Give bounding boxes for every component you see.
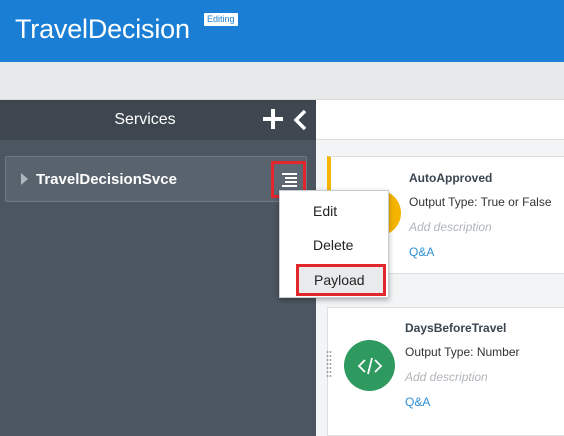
sidebar-title: Services <box>114 111 176 128</box>
collapse-sidebar-button[interactable] <box>291 108 311 132</box>
menu-item-delete[interactable]: Delete <box>280 230 388 260</box>
menu-item-payload[interactable]: Payload <box>296 264 386 296</box>
chevron-left-icon <box>293 109 307 131</box>
decision-icon <box>344 340 395 391</box>
add-service-button[interactable] <box>262 104 284 136</box>
description-field[interactable]: Add description <box>409 220 492 234</box>
decision-output-type: Output Type: Number <box>405 345 520 359</box>
toolbar <box>0 62 564 100</box>
qa-link[interactable]: Q&A <box>409 245 434 259</box>
description-field[interactable]: Add description <box>405 370 488 384</box>
expand-caret-icon[interactable] <box>21 173 28 185</box>
sidebar-header: Services <box>0 100 316 140</box>
service-name: TravelDecisionSvce <box>36 171 177 188</box>
service-context-menu: Edit Delete Payload <box>279 190 389 298</box>
app-title: TravelDecision <box>15 14 190 44</box>
qa-link[interactable]: Q&A <box>405 395 430 409</box>
hamburger-menu-icon <box>282 173 297 187</box>
drag-handle-icon[interactable] <box>326 350 332 380</box>
services-sidebar: Services TravelDecisionSvce <box>0 100 316 436</box>
plus-icon <box>263 109 283 129</box>
menu-item-edit[interactable]: Edit <box>280 196 388 226</box>
canvas-header <box>316 100 564 140</box>
mode-badge: Editing <box>204 13 238 26</box>
code-icon <box>357 357 383 375</box>
decision-output-type: Output Type: True or False <box>409 195 552 209</box>
app-header: TravelDecision Editing <box>0 0 564 62</box>
decision-title: DaysBeforeTravel <box>405 321 507 335</box>
service-item[interactable]: TravelDecisionSvce <box>5 156 307 202</box>
decision-title: AutoApproved <box>409 171 493 185</box>
